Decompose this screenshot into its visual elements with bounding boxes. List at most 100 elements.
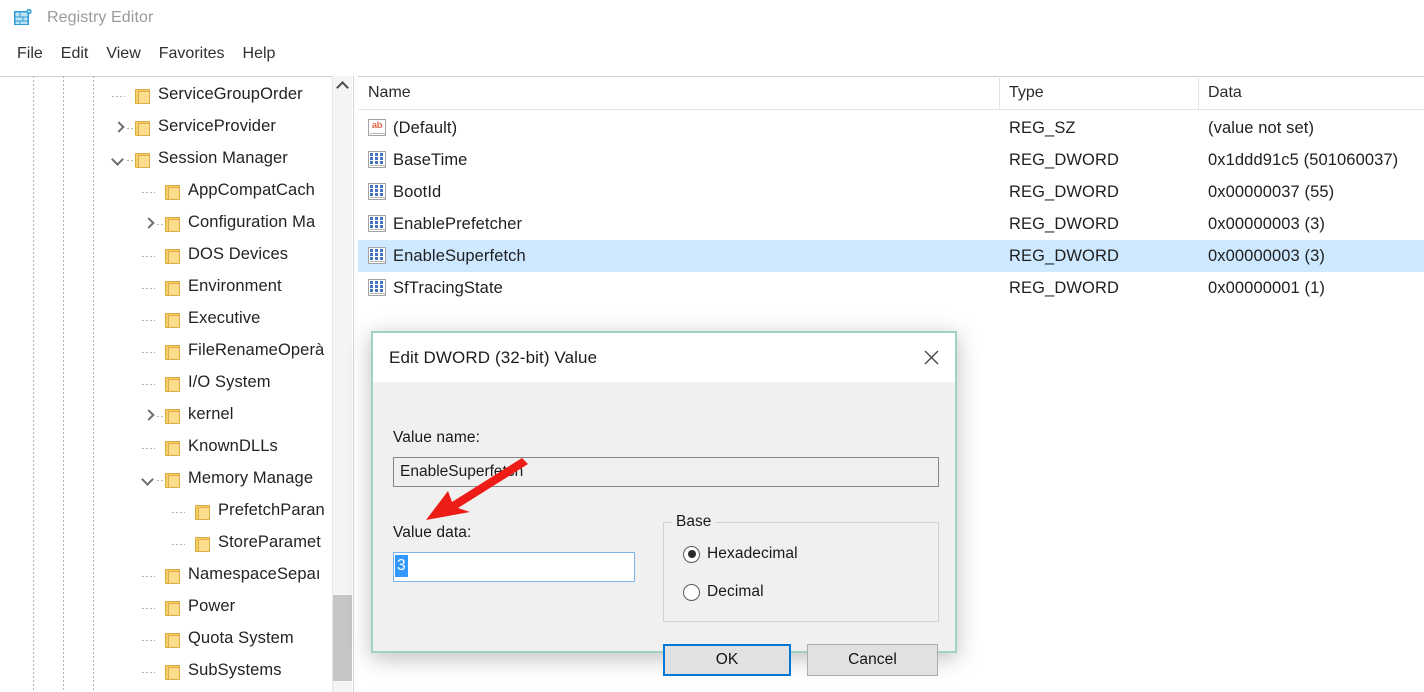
cell-name-label: BootId <box>393 183 441 202</box>
tree-connector-line <box>157 416 164 417</box>
radio-decimal-label: Decimal <box>707 583 764 601</box>
folder-icon <box>165 184 180 200</box>
tree-connector-line <box>157 480 164 481</box>
tree-connector-line <box>172 544 185 545</box>
tree-connector-line <box>142 608 155 609</box>
folder-icon <box>195 504 210 520</box>
tree-node-label: SubSystems <box>181 661 282 680</box>
folder-icon <box>165 664 180 680</box>
folder-icon <box>165 440 180 456</box>
folder-icon <box>165 248 180 264</box>
tree-node-label: KnownDLLs <box>181 437 278 456</box>
folder-icon <box>165 600 180 616</box>
folder-icon <box>135 88 150 104</box>
value-name-field[interactable] <box>393 457 939 487</box>
cell-name-label: EnablePrefetcher <box>393 215 522 234</box>
tree-connector-line <box>142 384 155 385</box>
cell-name: EnableSuperfetch <box>368 240 526 272</box>
tree-connector-line <box>127 160 134 161</box>
value-data-field[interactable] <box>393 552 635 582</box>
menubar: File Edit View Favorites Help <box>0 36 1424 72</box>
tree-connector-line <box>142 448 155 449</box>
chevron-down-icon[interactable] <box>140 471 157 488</box>
cell-name: ab (Default) <box>368 112 457 144</box>
table-row[interactable]: BaseTime REG_DWORD 0x1ddd91c5 (501060037) <box>358 144 1424 176</box>
tree-vertical-scrollbar[interactable] <box>332 76 352 692</box>
window-titlebar: Registry Editor <box>0 0 1424 36</box>
radio-hexadecimal[interactable]: Hexadecimal <box>683 545 798 563</box>
registry-key-tree[interactable]: ServiceGroupOrderServiceProviderSession … <box>0 76 332 692</box>
dword-value-icon <box>368 151 387 169</box>
chevron-right-icon[interactable] <box>140 215 157 232</box>
folder-icon <box>165 632 180 648</box>
tree-node-label: AppCompatCach <box>181 181 315 200</box>
value-data-label: Value data: <box>393 524 471 542</box>
tree-node-label: Environment <box>181 277 282 296</box>
table-row[interactable]: BootIdREG_DWORD0x00000037 (55) <box>358 176 1424 208</box>
cell-name: EnablePrefetcher <box>368 208 522 240</box>
cell-data: 0x00000003 (3) <box>1208 208 1325 240</box>
close-icon[interactable] <box>907 333 955 381</box>
column-header-type[interactable]: Type <box>999 77 1198 109</box>
ok-button[interactable]: OK <box>663 644 791 676</box>
table-row[interactable]: EnablePrefetcherREG_DWORD0x00000003 (3) <box>358 208 1424 240</box>
menu-item-view[interactable]: View <box>97 42 149 66</box>
menu-item-edit[interactable]: Edit <box>52 42 98 66</box>
table-row[interactable]: SfTracingStateREG_DWORD0x00000001 (1) <box>358 272 1424 304</box>
tree-node-label: I/O System <box>181 373 271 392</box>
folder-icon <box>165 568 180 584</box>
scrollbar-thumb[interactable] <box>333 595 352 681</box>
tree-node-label: DOS Devices <box>181 245 288 264</box>
dialog-title: Edit DWORD (32-bit) Value <box>389 348 597 368</box>
folder-icon <box>165 408 180 424</box>
folder-icon <box>135 152 150 168</box>
cell-name-label: BaseTime <box>393 151 467 170</box>
tree-node-label: FileRenameOperà <box>181 341 324 360</box>
tree-guide-rail <box>63 76 64 692</box>
cell-type: REG_DWORD <box>1009 144 1119 176</box>
folder-icon <box>165 472 180 488</box>
menu-item-file[interactable]: File <box>8 42 52 66</box>
list-column-header: Name Type Data <box>358 77 1424 110</box>
cancel-button[interactable]: Cancel <box>807 644 938 676</box>
cell-name-label: EnableSuperfetch <box>393 247 526 266</box>
tree-connector-line <box>157 224 164 225</box>
radio-decimal[interactable]: Decimal <box>683 583 764 601</box>
tree-guide-rail <box>33 76 34 692</box>
dialog-titlebar: Edit DWORD (32-bit) Value <box>373 333 955 382</box>
tree-connector-line <box>142 576 155 577</box>
tree-node-label: PrefetchParan <box>211 501 325 520</box>
chevron-right-icon[interactable] <box>110 119 127 136</box>
string-value-icon: ab <box>368 119 387 137</box>
chevron-right-icon[interactable] <box>140 407 157 424</box>
radio-button-icon <box>683 546 700 563</box>
menu-item-favorites[interactable]: Favorites <box>150 42 234 66</box>
base-group-label: Base <box>672 513 715 531</box>
dword-value-icon <box>368 279 387 297</box>
dword-value-icon <box>368 183 387 201</box>
folder-icon <box>165 344 180 360</box>
value-name-label: Value name: <box>393 429 480 447</box>
column-header-data[interactable]: Data <box>1198 77 1424 109</box>
window-title: Registry Editor <box>47 9 153 27</box>
cell-name-label: (Default) <box>393 119 457 138</box>
chevron-down-icon[interactable] <box>110 151 127 168</box>
menu-item-help[interactable]: Help <box>234 42 285 66</box>
cell-name: BootId <box>368 176 441 208</box>
chevron-up-icon[interactable] <box>333 76 352 95</box>
tree-connector-line <box>142 672 155 673</box>
table-row[interactable]: EnableSuperfetchREG_DWORD0x00000003 (3) <box>358 240 1424 272</box>
tree-guide-rail <box>93 76 94 692</box>
tree-node-label: StoreParamet <box>211 533 321 552</box>
cell-data: 0x00000001 (1) <box>1208 272 1325 304</box>
tree-node-label: Configuration Ma <box>181 213 315 232</box>
cell-type: REG_DWORD <box>1009 240 1119 272</box>
column-header-name[interactable]: Name <box>358 77 999 109</box>
tree-top-border <box>0 76 332 77</box>
base-group-box <box>663 522 939 622</box>
cell-data: 0x1ddd91c5 (501060037) <box>1208 144 1398 176</box>
table-row[interactable]: ab(Default)REG_SZ(value not set) <box>358 112 1424 144</box>
tree-node-label: Session Manager <box>151 149 288 168</box>
folder-icon <box>165 280 180 296</box>
tree-node-label: Executive <box>181 309 260 328</box>
